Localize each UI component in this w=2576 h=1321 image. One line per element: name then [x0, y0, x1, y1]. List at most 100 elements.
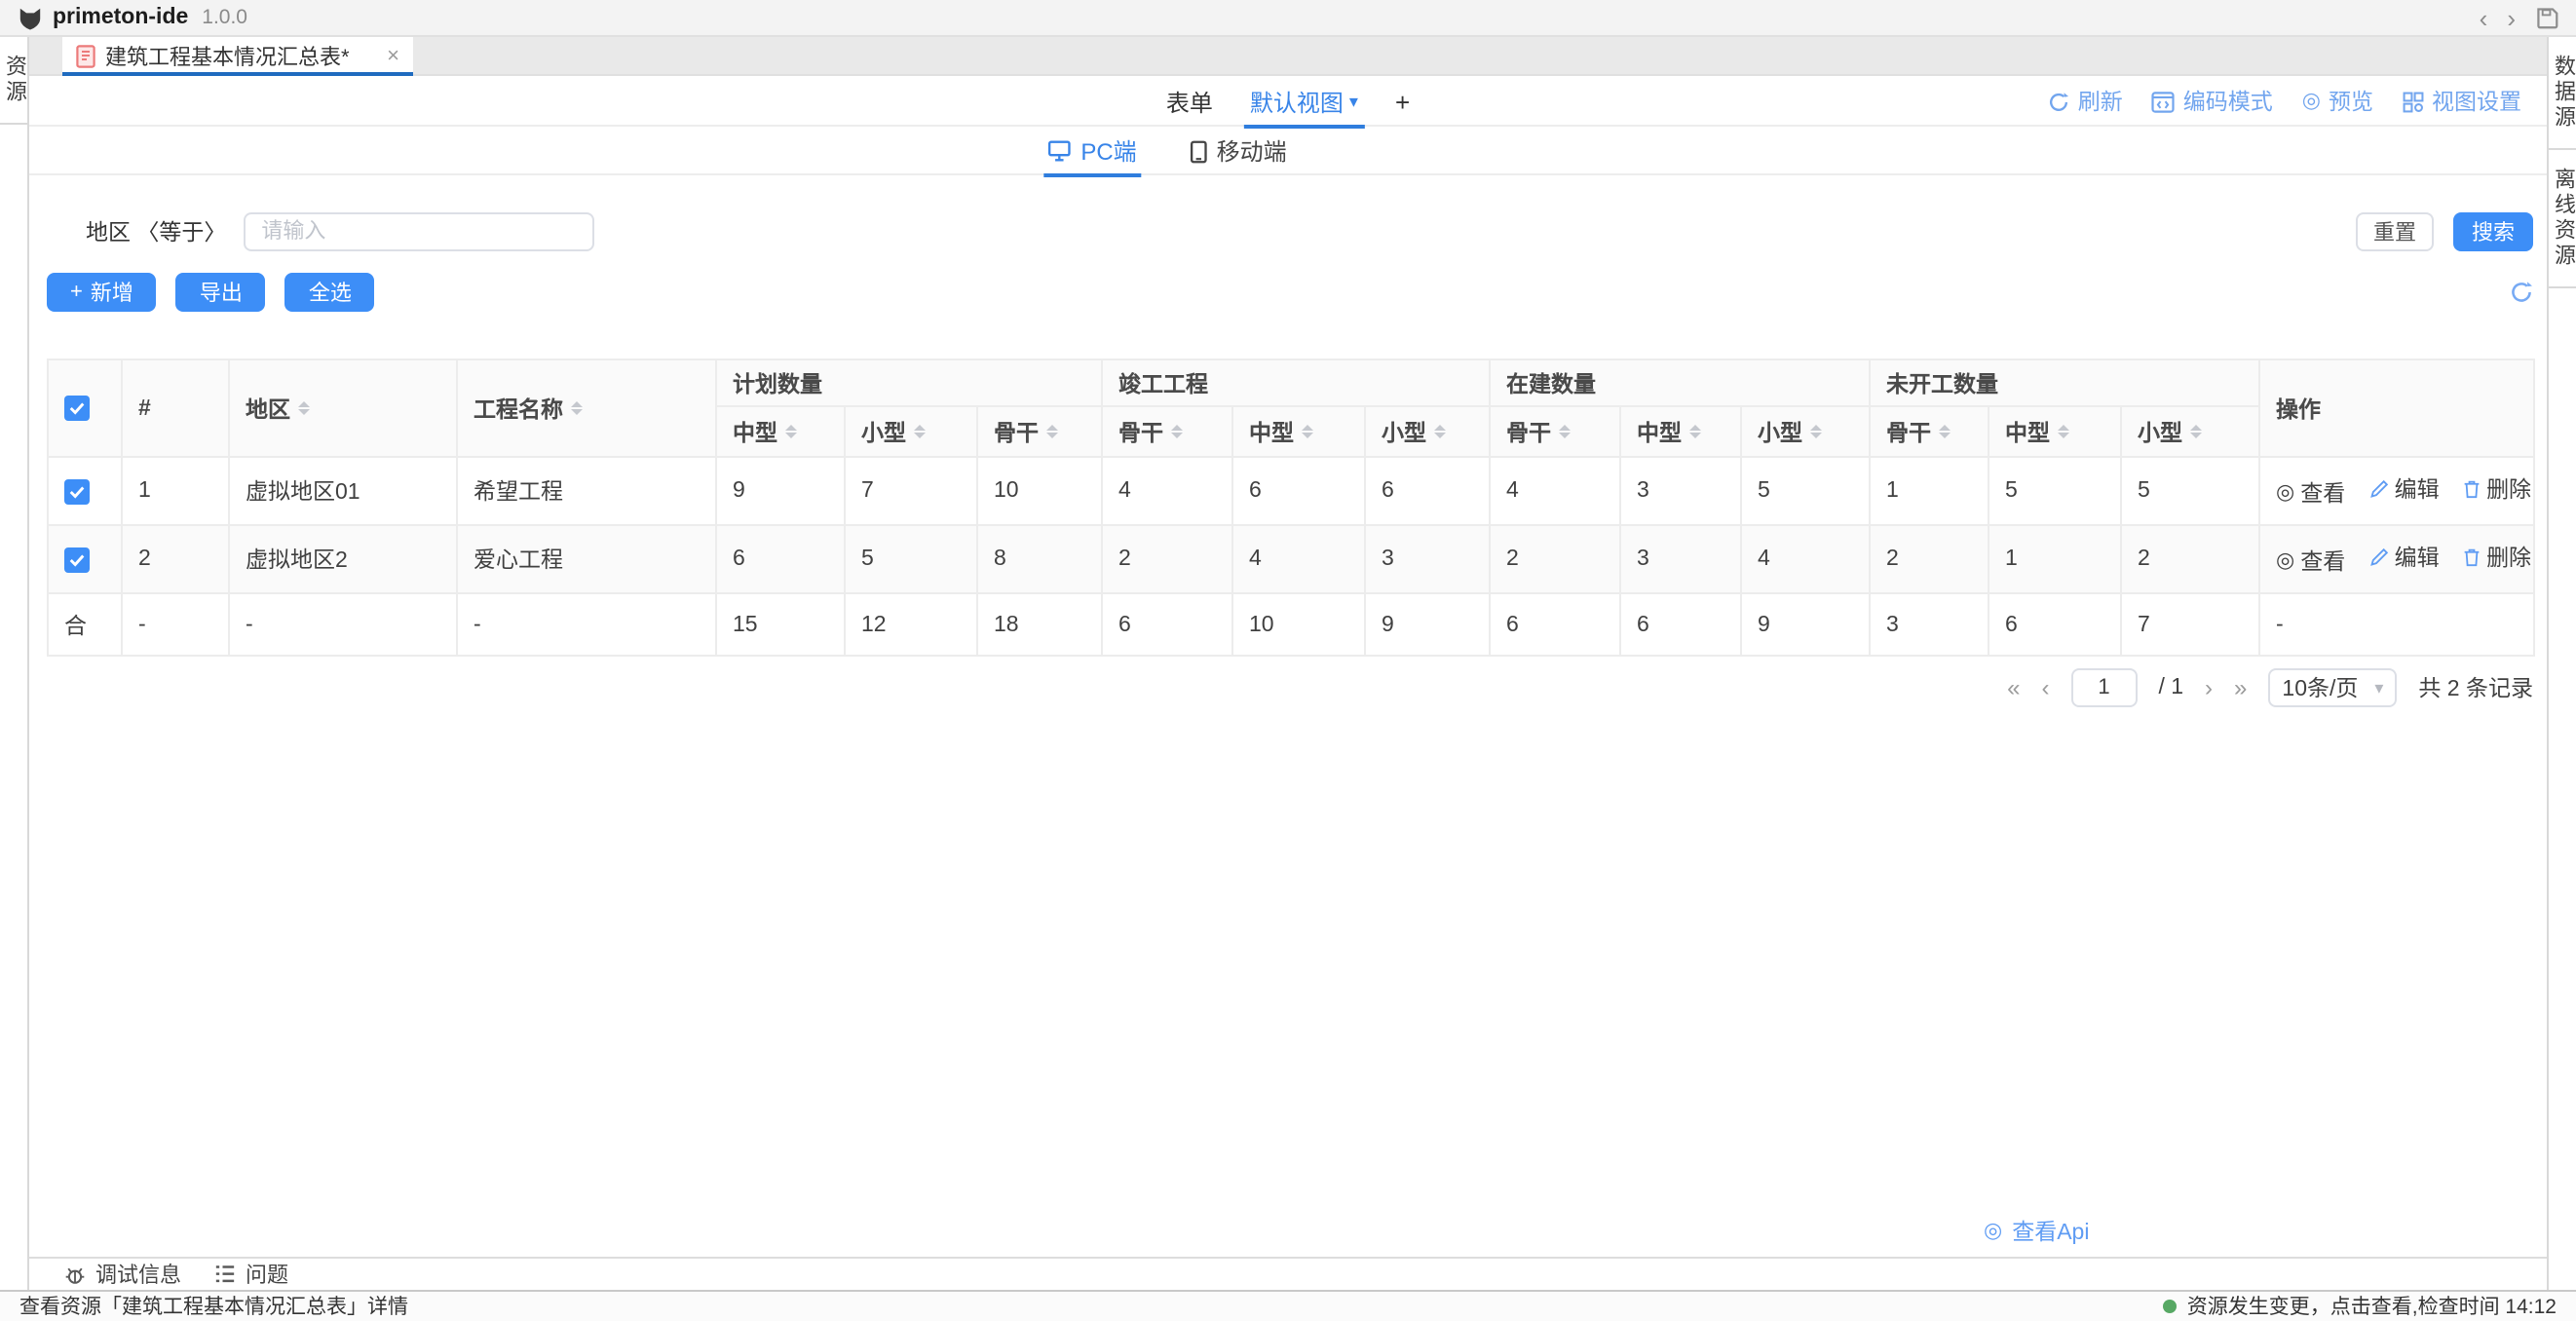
debug-icon: [64, 1264, 86, 1285]
debug-info-label: 调试信息: [95, 1259, 181, 1290]
cell-value: 3: [1365, 525, 1490, 593]
nav-back-icon[interactable]: ‹: [2480, 5, 2488, 30]
col-completed-medium: 中型: [1232, 406, 1365, 457]
sort-icon[interactable]: [571, 401, 583, 415]
refresh-label: 刷新: [2078, 86, 2123, 117]
page-next-button[interactable]: ›: [2205, 674, 2213, 701]
sort-icon[interactable]: [2058, 425, 2069, 438]
select-all-button[interactable]: 全选: [285, 273, 375, 312]
sort-icon[interactable]: [1302, 425, 1313, 438]
rail-resources[interactable]: 资源: [0, 37, 27, 125]
subcol-label: 小型: [1382, 416, 1426, 447]
search-button[interactable]: 搜索: [2453, 212, 2533, 251]
code-mode-button[interactable]: 编码模式: [2152, 86, 2273, 117]
tab-pc[interactable]: PC端: [1047, 127, 1136, 175]
row-checkbox[interactable]: [64, 547, 90, 572]
sort-icon[interactable]: [1434, 425, 1446, 438]
device-toolbar: PC端 移动端: [29, 127, 2547, 175]
sort-icon[interactable]: [298, 401, 310, 415]
page-first-button[interactable]: «: [2007, 674, 2020, 701]
row-checkbox[interactable]: [64, 478, 90, 504]
summary-row: 合 - - - 15 12 18 6 10 9 6 6 9 3 6 7 -: [48, 593, 2534, 656]
cell-value: 4: [1102, 457, 1232, 525]
row-view-button[interactable]: ◎查看: [2276, 478, 2345, 510]
sort-icon[interactable]: [1689, 425, 1701, 438]
cell-value: 6: [1365, 457, 1490, 525]
row-view-button[interactable]: ◎查看: [2276, 547, 2345, 578]
subcol-label: 中型: [733, 416, 777, 447]
page-size-select[interactable]: 10条/页 ▾: [2268, 668, 2397, 707]
sort-icon[interactable]: [1559, 425, 1571, 438]
summary-dash: -: [2259, 593, 2534, 656]
view-toolbar: 表单 默认视图 ▾ + 刷新 编码模式 ◎ 预览: [29, 76, 2547, 127]
cell-value: 5: [1989, 457, 2121, 525]
page-count-label: / 1: [2158, 676, 2183, 699]
app-version: 1.0.0: [202, 6, 247, 29]
statusbar-right[interactable]: 资源发生变更，点击查看,检查时间 14:12: [2164, 1292, 2557, 1321]
sort-icon[interactable]: [1939, 425, 1951, 438]
search-field-label: 地区 〈等于〉: [86, 216, 226, 247]
group-in-progress: 在建数量: [1490, 359, 1870, 406]
export-button[interactable]: 导出: [176, 273, 266, 312]
page-prev-button[interactable]: ‹: [2041, 674, 2049, 701]
sort-icon[interactable]: [2190, 425, 2202, 438]
cell-value: 1: [1989, 525, 2121, 593]
rail-datasource[interactable]: 数据源: [2549, 37, 2576, 150]
summary-label: 合: [48, 593, 122, 656]
row-delete-button[interactable]: 删除: [2463, 473, 2531, 505]
cell-value: 6: [1232, 457, 1365, 525]
bottom-panel: 调试信息 问题: [29, 1257, 2547, 1290]
select-all-checkbox[interactable]: [64, 396, 90, 421]
col-inprogress-small: 小型: [1741, 406, 1870, 457]
col-notstarted-backbone: 骨干: [1870, 406, 1989, 457]
pencil-icon: [2369, 479, 2389, 499]
refresh-button[interactable]: 刷新: [2049, 86, 2123, 117]
add-view-button[interactable]: +: [1395, 87, 1410, 116]
right-rail: 数据源 离线资源: [2547, 37, 2576, 1290]
sort-icon[interactable]: [1046, 425, 1058, 438]
titlebar: primeton-ide 1.0.0 ‹ ›: [0, 0, 2576, 37]
sort-icon[interactable]: [1810, 425, 1822, 438]
problems-tab[interactable]: 问题: [214, 1259, 288, 1290]
cell-value: 4: [1490, 457, 1620, 525]
status-dot-icon: [2164, 1300, 2178, 1313]
cell-value: 5: [2121, 457, 2259, 525]
eye-icon: ◎: [2276, 551, 2294, 573]
summary-value: 6: [1620, 593, 1741, 656]
rail-offline-resources[interactable]: 离线资源: [2549, 150, 2576, 288]
view-api-button[interactable]: ◎ 查看Api: [1984, 1216, 2089, 1247]
statusbar-left-text[interactable]: 查看资源「建筑工程基本情况汇总表」详情: [19, 1292, 408, 1321]
header-checkbox-cell: [48, 359, 122, 457]
add-button[interactable]: +新增: [47, 273, 157, 312]
tab-form[interactable]: 表单: [1166, 76, 1213, 127]
row-edit-button[interactable]: 编辑: [2369, 473, 2440, 505]
trash-icon: [2463, 547, 2481, 567]
plus-icon: +: [70, 281, 83, 304]
summary-dash: -: [457, 593, 716, 656]
page-last-button[interactable]: »: [2234, 674, 2247, 701]
nav-forward-icon[interactable]: ›: [2507, 5, 2516, 30]
preview-eye-icon: ◎: [2302, 91, 2321, 112]
row-delete-button[interactable]: 删除: [2463, 542, 2531, 573]
col-region: 地区: [229, 359, 457, 457]
search-input[interactable]: [244, 212, 594, 251]
tab-default-view[interactable]: 默认视图 ▾: [1250, 76, 1358, 127]
page-number-input[interactable]: [2070, 668, 2137, 707]
sort-icon[interactable]: [914, 425, 926, 438]
sort-icon[interactable]: [785, 425, 797, 438]
preview-button[interactable]: ◎ 预览: [2302, 86, 2373, 117]
table-refresh-icon[interactable]: [2510, 281, 2533, 304]
col-operation: 操作: [2259, 359, 2534, 457]
col-region-label: 地区: [246, 393, 290, 424]
debug-info-tab[interactable]: 调试信息: [64, 1259, 181, 1290]
reset-button[interactable]: 重置: [2356, 212, 2434, 251]
file-tab[interactable]: 建筑工程基本情况汇总表* ×: [62, 37, 413, 74]
row-edit-button[interactable]: 编辑: [2369, 542, 2440, 573]
screen: primeton-ide 1.0.0 ‹ › 资源 数据源 离线资源 建筑工程基…: [0, 0, 2576, 1321]
file-tab-close-icon[interactable]: ×: [387, 44, 399, 67]
save-icon[interactable]: [2535, 6, 2558, 29]
view-settings-button[interactable]: 视图设置: [2403, 86, 2521, 117]
col-notstarted-medium: 中型: [1989, 406, 2121, 457]
sort-icon[interactable]: [1171, 425, 1183, 438]
tab-mobile[interactable]: 移动端: [1190, 127, 1287, 175]
